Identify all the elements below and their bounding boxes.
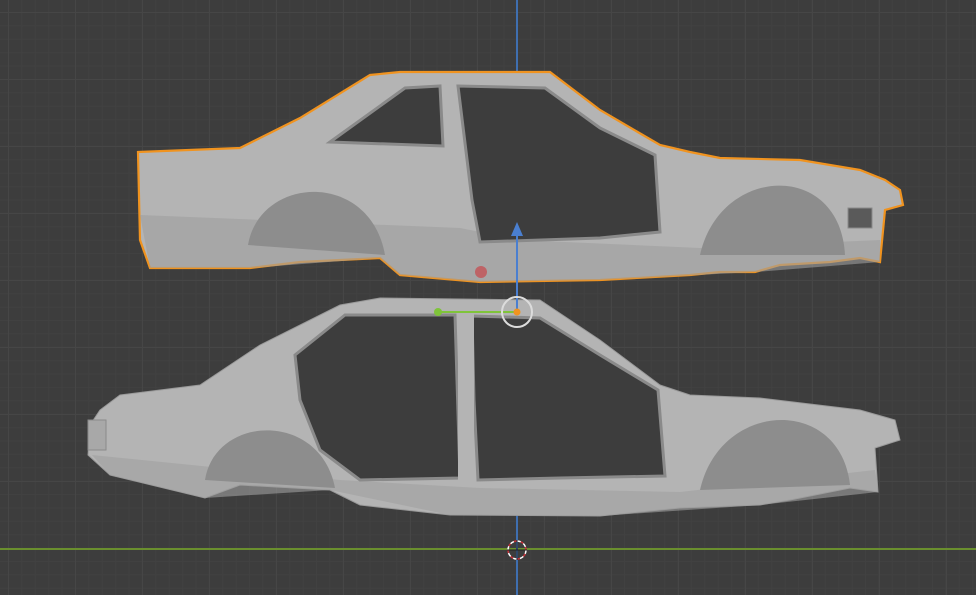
scene-canvas[interactable] <box>0 0 976 595</box>
sedan-front-door-opening <box>470 314 667 482</box>
coupe-body-shell[interactable] <box>136 70 905 284</box>
sedan-body-shell[interactable] <box>87 297 901 517</box>
origin-marker-icon <box>475 266 487 278</box>
3d-viewport[interactable] <box>0 0 976 595</box>
3d-cursor-icon[interactable] <box>507 540 527 560</box>
object-origin-icon <box>513 308 521 316</box>
coupe-door-opening <box>456 84 662 244</box>
y-arrow-icon[interactable] <box>434 308 442 316</box>
